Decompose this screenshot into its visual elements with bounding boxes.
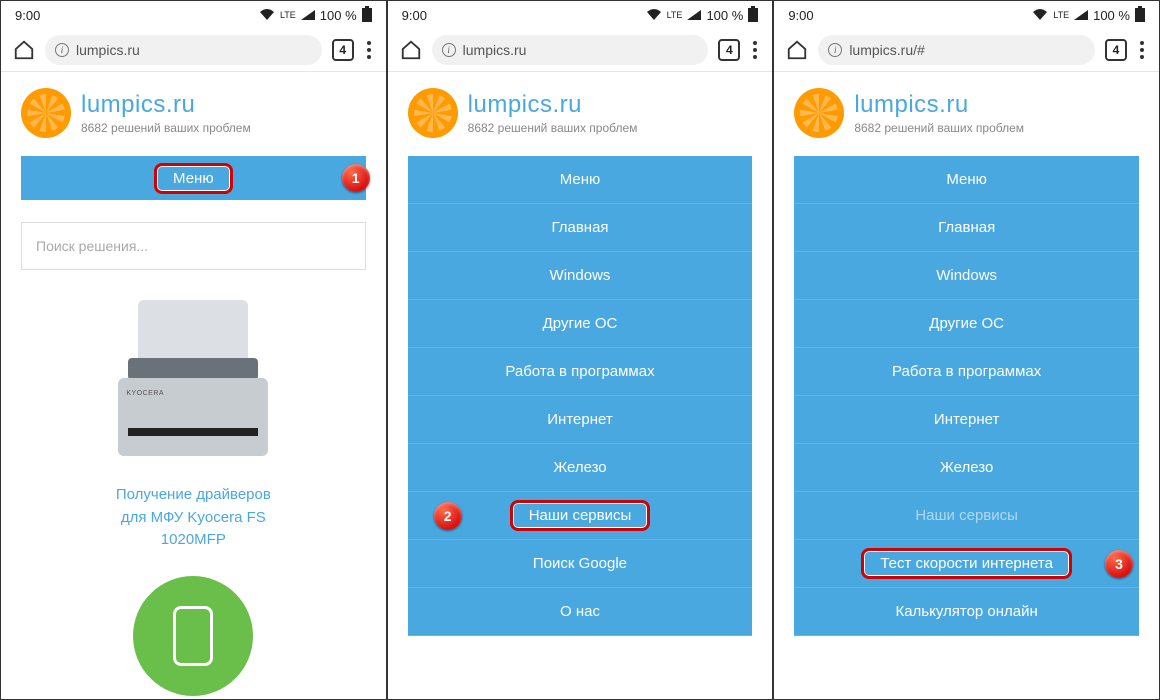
tabs-button[interactable]: 4 bbox=[718, 39, 740, 61]
tagline: 8682 решений ваших проблем bbox=[468, 121, 638, 135]
lte-label: LTE bbox=[1053, 10, 1069, 20]
info-icon: i bbox=[442, 43, 456, 57]
menu-item-google[interactable]: Поиск Google bbox=[408, 540, 753, 588]
submenu-item-speedtest[interactable]: Тест скорости интернета 3 bbox=[794, 540, 1139, 588]
menu-item-programs[interactable]: Работа в программах bbox=[794, 348, 1139, 396]
menu-button[interactable]: Меню 1 bbox=[21, 156, 366, 200]
page-content: lumpics.ru 8682 решений ваших проблем Ме… bbox=[388, 71, 773, 699]
wifi-icon bbox=[1032, 9, 1048, 21]
phone-icon bbox=[173, 606, 213, 666]
signal-icon bbox=[1074, 10, 1088, 20]
article-preview[interactable]: KYOCERA Получение драйверов для МФУ Kyoc… bbox=[21, 300, 366, 552]
brand-name: lumpics.ru bbox=[468, 91, 638, 119]
battery-pct: 100 % bbox=[706, 8, 743, 23]
phone-screen-1: 9:00 LTE 100 % i lumpics.ru 4 lumpics.ru… bbox=[0, 0, 387, 700]
signal-icon bbox=[301, 10, 315, 20]
menu-label: Меню bbox=[173, 170, 214, 187]
menu-item-other-os[interactable]: Другие ОС bbox=[794, 300, 1139, 348]
orange-icon bbox=[794, 88, 844, 138]
info-icon: i bbox=[55, 43, 69, 57]
page-content: lumpics.ru 8682 решений ваших проблем Ме… bbox=[1, 71, 386, 699]
menu-item-windows[interactable]: Windows bbox=[794, 252, 1139, 300]
status-bar: 9:00 LTE 100 % bbox=[388, 1, 773, 29]
menu-item-services[interactable]: 2 Наши сервисы bbox=[408, 492, 753, 540]
browser-toolbar: i lumpics.ru/# 4 bbox=[774, 29, 1159, 71]
submenu-item-calculator[interactable]: Калькулятор онлайн bbox=[794, 588, 1139, 636]
battery-pct: 100 % bbox=[1093, 8, 1130, 23]
menu-item-about[interactable]: О нас bbox=[408, 588, 753, 636]
menu-item-internet[interactable]: Интернет bbox=[794, 396, 1139, 444]
site-logo[interactable]: lumpics.ru 8682 решений ваших проблем bbox=[388, 72, 773, 156]
lte-label: LTE bbox=[667, 10, 683, 20]
url-text: lumpics.ru bbox=[76, 42, 140, 58]
home-icon[interactable] bbox=[13, 39, 35, 61]
menu-item-hardware[interactable]: Железо bbox=[794, 444, 1139, 492]
url-field[interactable]: i lumpics.ru/# bbox=[818, 35, 1095, 65]
menu-item-hardware[interactable]: Железо bbox=[408, 444, 753, 492]
expanded-menu: Меню Главная Windows Другие ОС Работа в … bbox=[794, 156, 1139, 636]
printer-image: KYOCERA bbox=[98, 300, 288, 470]
tabs-button[interactable]: 4 bbox=[332, 39, 354, 61]
tagline: 8682 решений ваших проблем bbox=[854, 121, 1024, 135]
site-logo[interactable]: lumpics.ru 8682 решений ваших проблем bbox=[774, 72, 1159, 156]
orange-icon bbox=[408, 88, 458, 138]
phone-screen-3: 9:00 LTE 100 % i lumpics.ru/# 4 lumpics.… bbox=[773, 0, 1160, 700]
status-time: 9:00 bbox=[402, 8, 427, 23]
article-link[interactable]: Получение драйверов для МФУ Kyocera FS 1… bbox=[21, 484, 366, 552]
home-icon[interactable] bbox=[786, 39, 808, 61]
step-marker-1: 1 bbox=[342, 164, 370, 192]
info-icon: i bbox=[828, 43, 842, 57]
brand-name: lumpics.ru bbox=[854, 91, 1024, 119]
url-text: lumpics.ru/# bbox=[849, 42, 924, 58]
menu-item-home[interactable]: Главная bbox=[794, 204, 1139, 252]
status-bar: 9:00 LTE 100 % bbox=[774, 1, 1159, 29]
menu-item-other-os[interactable]: Другие ОС bbox=[408, 300, 753, 348]
step-marker-3: 3 bbox=[1105, 550, 1133, 578]
brand-name: lumpics.ru bbox=[81, 91, 251, 119]
more-icon[interactable] bbox=[364, 41, 374, 59]
signal-icon bbox=[687, 10, 701, 20]
search-placeholder: Поиск решения... bbox=[36, 238, 148, 254]
battery-icon bbox=[748, 8, 758, 22]
orange-icon bbox=[21, 88, 71, 138]
tabs-button[interactable]: 4 bbox=[1105, 39, 1127, 61]
more-icon[interactable] bbox=[1137, 41, 1147, 59]
category-circle[interactable] bbox=[133, 576, 253, 696]
search-input[interactable]: Поиск решения... bbox=[21, 222, 366, 270]
expanded-menu: Меню Главная Windows Другие ОС Работа в … bbox=[408, 156, 753, 636]
url-field[interactable]: i lumpics.ru bbox=[432, 35, 709, 65]
battery-icon bbox=[1135, 8, 1145, 22]
menu-item-home[interactable]: Главная bbox=[408, 204, 753, 252]
url-field[interactable]: i lumpics.ru bbox=[45, 35, 322, 65]
menu-item-menu[interactable]: Меню bbox=[408, 156, 753, 204]
wifi-icon bbox=[259, 9, 275, 21]
status-bar: 9:00 LTE 100 % bbox=[1, 1, 386, 29]
status-time: 9:00 bbox=[788, 8, 813, 23]
battery-pct: 100 % bbox=[320, 8, 357, 23]
status-time: 9:00 bbox=[15, 8, 40, 23]
browser-toolbar: i lumpics.ru 4 bbox=[1, 29, 386, 71]
menu-item-programs[interactable]: Работа в программах bbox=[408, 348, 753, 396]
menu-item-menu[interactable]: Меню bbox=[794, 156, 1139, 204]
page-content: lumpics.ru 8682 решений ваших проблем Ме… bbox=[774, 71, 1159, 699]
lte-label: LTE bbox=[280, 10, 296, 20]
menu-item-windows[interactable]: Windows bbox=[408, 252, 753, 300]
battery-icon bbox=[362, 8, 372, 22]
more-icon[interactable] bbox=[750, 41, 760, 59]
wifi-icon bbox=[646, 9, 662, 21]
home-icon[interactable] bbox=[400, 39, 422, 61]
phone-screen-2: 9:00 LTE 100 % i lumpics.ru 4 lumpics.ru… bbox=[387, 0, 774, 700]
site-logo[interactable]: lumpics.ru 8682 решений ваших проблем bbox=[1, 72, 386, 156]
menu-item-services[interactable]: Наши сервисы bbox=[794, 492, 1139, 540]
menu-item-internet[interactable]: Интернет bbox=[408, 396, 753, 444]
step-marker-2: 2 bbox=[434, 502, 462, 530]
url-text: lumpics.ru bbox=[463, 42, 527, 58]
tagline: 8682 решений ваших проблем bbox=[81, 121, 251, 135]
browser-toolbar: i lumpics.ru 4 bbox=[388, 29, 773, 71]
